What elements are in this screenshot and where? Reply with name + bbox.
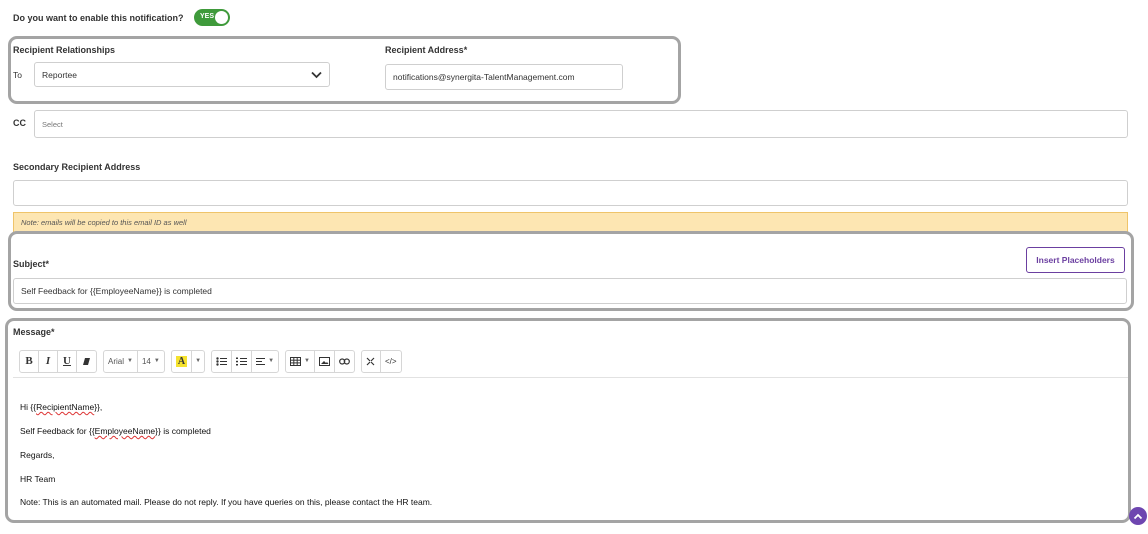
recipient-relationships-label: Recipient Relationships: [13, 45, 116, 55]
toggle-label: YES: [200, 13, 215, 20]
font-size-value: 14: [141, 356, 151, 366]
link-icon[interactable]: [335, 351, 354, 372]
subject-label: Subject*: [13, 259, 50, 269]
cc-note: Note: emails will be copied to this emai…: [13, 212, 1128, 233]
highlight-letter: A: [175, 355, 188, 367]
message-team[interactable]: HR Team: [20, 474, 55, 484]
cc-label: CC: [13, 118, 26, 128]
bold-button[interactable]: B: [20, 350, 39, 372]
eraser-icon[interactable]: [77, 351, 96, 372]
message-greeting[interactable]: Hi {{RecipientName}},: [20, 402, 102, 412]
scroll-to-top-button[interactable]: [1129, 507, 1147, 525]
table-icon[interactable]: ▼: [286, 350, 315, 372]
enable-question: Do you want to enable this notification?: [13, 13, 184, 23]
editor-toolbar: B I U Arial ▼ 14 ▼ A ▼ ▼ ▼ </>: [13, 345, 1128, 378]
greeting-variable: RecipientName: [36, 402, 95, 412]
fullscreen-icon[interactable]: [362, 350, 381, 372]
line1-variable: EmployeeName: [94, 426, 156, 436]
toggle-knob: [215, 11, 228, 24]
to-select[interactable]: Reportee: [34, 62, 330, 87]
line1-prefix: Self Feedback for {{: [20, 426, 95, 436]
recipient-address-label: Recipient Address*: [385, 45, 468, 55]
font-size-select[interactable]: 14 ▼: [138, 351, 164, 372]
greeting-suffix: }},: [94, 402, 103, 412]
message-line1[interactable]: Self Feedback for {{EmployeeName}} is co…: [20, 426, 211, 436]
cc-select[interactable]: Select: [34, 110, 1128, 138]
greeting-prefix: Hi {{: [20, 402, 37, 412]
cc-placeholder: Select: [42, 119, 63, 129]
chevron-down-icon: [311, 71, 322, 79]
font-family-value: Arial: [108, 356, 125, 366]
underline-button[interactable]: U: [58, 350, 77, 372]
bullet-list-icon[interactable]: [212, 350, 233, 372]
subject-value: Self Feedback for {{EmployeeName}} is co…: [21, 286, 212, 296]
italic-button[interactable]: I: [39, 350, 58, 372]
recipient-address-input[interactable]: notifications@synergita-TalentManagement…: [385, 64, 623, 90]
to-select-value: Reportee: [42, 69, 77, 80]
color-group: A ▼: [170, 349, 206, 373]
insert-group: ▼: [285, 349, 355, 373]
image-icon[interactable]: [315, 350, 335, 372]
chevron-up-icon: [1133, 513, 1143, 519]
secondary-recipient-label: Secondary Recipient Address: [13, 162, 141, 172]
font-group: Arial ▼ 14 ▼: [103, 349, 165, 373]
to-label: To: [13, 70, 22, 80]
numbered-list-icon[interactable]: [232, 350, 253, 372]
message-label: Message*: [13, 327, 55, 337]
list-group: ▼: [211, 349, 280, 373]
message-note[interactable]: Note: This is an automated mail. Please …: [20, 497, 432, 507]
cc-note-text: Note: emails will be copied to this emai…: [21, 218, 187, 227]
format-group: B I U: [19, 349, 97, 373]
font-family-select[interactable]: Arial ▼: [104, 350, 138, 372]
insert-placeholders-button[interactable]: Insert Placeholders: [1026, 247, 1125, 273]
view-group: </>: [360, 349, 402, 373]
subject-input[interactable]: Self Feedback for {{EmployeeName}} is co…: [13, 278, 1127, 304]
line1-suffix: }} is completed: [155, 426, 211, 436]
code-view-button[interactable]: </>: [381, 351, 401, 372]
color-dropdown-icon[interactable]: ▼: [192, 351, 204, 372]
recipient-address-value: notifications@synergita-TalentManagement…: [393, 72, 575, 82]
enable-toggle[interactable]: YES: [194, 9, 230, 26]
highlight-color-button[interactable]: A: [172, 350, 193, 372]
secondary-recipient-input[interactable]: [13, 180, 1128, 206]
message-regards[interactable]: Regards,: [20, 450, 55, 460]
align-icon[interactable]: ▼: [252, 351, 278, 372]
